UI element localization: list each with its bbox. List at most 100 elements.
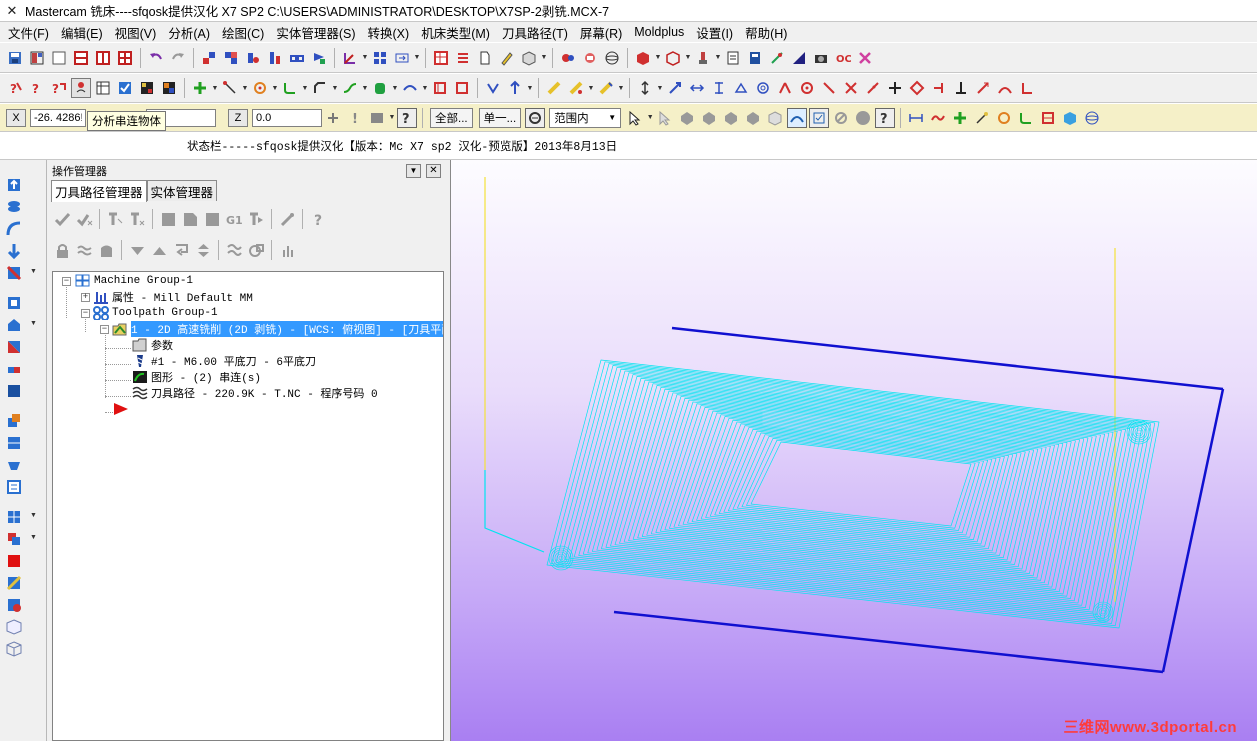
selection-mask-icon[interactable] [367,108,387,128]
rotate-xform-icon[interactable] [505,78,525,98]
window-select-icon[interactable] [655,108,675,128]
undo-icon[interactable] [146,48,166,68]
chain-icon[interactable] [287,48,307,68]
dropdown-arrow-icon[interactable]: ▼ [271,85,279,92]
collapse-icon[interactable]: − [81,309,90,318]
create-point-icon[interactable] [190,78,210,98]
tree-operation-1[interactable]: 1 - 2D 高速铣削 (2D 剥铣) - [WCS: 俯视图] - [刀具平面 [112,321,443,337]
tree-parameters[interactable]: 参数 [132,337,173,353]
block-icon[interactable] [5,382,23,400]
create-solid-icon[interactable] [370,78,390,98]
check-icon[interactable] [115,78,135,98]
verify-ops-icon[interactable] [180,209,200,229]
query-icon[interactable]: ? [5,78,25,98]
selection-range-select[interactable]: 范围内 ▼ [549,107,622,128]
cancel-select-icon[interactable] [831,108,851,128]
quad-view-icon[interactable] [115,48,135,68]
tree-toolpath-group[interactable]: Toolpath Group-1 [93,305,218,321]
horizontal-split-icon[interactable] [71,48,91,68]
verify-selection-icon[interactable] [525,107,546,128]
snap-relative-icon[interactable] [973,78,993,98]
menu-analyze[interactable]: 分析(A) [162,23,216,42]
analyze-dist-icon[interactable]: ? [49,78,69,98]
group-icon[interactable] [243,48,263,68]
close-icon[interactable]: ✕ [426,164,441,178]
document-icon[interactable] [723,48,743,68]
xform-stretch-icon[interactable] [709,78,729,98]
toggle-display-icon[interactable] [74,240,94,260]
fast-point-icon[interactable] [323,108,343,128]
flag-icon[interactable] [309,48,329,68]
boolean-icon[interactable] [5,412,23,430]
xform-translate-icon[interactable] [665,78,685,98]
autocursor-icon[interactable]: ! [345,108,365,128]
cube-shade-icon[interactable] [519,48,539,68]
single-view-icon[interactable] [49,48,69,68]
circle-draw-icon[interactable] [994,108,1014,128]
fillet-draw-icon[interactable] [1016,108,1036,128]
dropdown-arrow-icon[interactable]: ▼ [361,54,369,61]
save-icon[interactable] [5,48,25,68]
dropdown-arrow-icon[interactable]: ▼ [30,320,37,327]
snap-origin-icon[interactable] [885,78,905,98]
menu-moldplus[interactable]: Moldplus [628,25,690,39]
dropdown-arrow-icon[interactable]: ▼ [684,54,692,61]
body-select-icon[interactable] [765,108,785,128]
dropdown-arrow-icon[interactable]: ▼ [388,114,396,121]
dropdown-arrow-icon[interactable]: ▼ [406,164,421,178]
back-face-icon[interactable] [787,107,808,128]
table-icon[interactable] [93,78,113,98]
dropdown-arrow-icon[interactable]: ▼ [30,268,37,275]
fillet-solid-icon[interactable] [5,338,23,356]
menu-edit[interactable]: 编辑(E) [55,23,109,42]
dropdown-arrow-icon[interactable]: ▼ [421,85,429,92]
create-fillet-icon[interactable] [280,78,300,98]
regenerate-icon[interactable] [105,209,125,229]
dropdown-arrow-icon[interactable]: ▼ [301,85,309,92]
arrow-down-icon[interactable] [5,242,23,260]
menu-create[interactable]: 绘图(C) [216,23,270,42]
end-selection-icon[interactable] [853,108,873,128]
camera-icon[interactable] [811,48,831,68]
insert-arrow-marker[interactable] [113,401,132,417]
tool-icon[interactable] [693,48,713,68]
tree-toolpath[interactable]: 刀具路径 - 220.9K - T.NC - 程序号码 0 [132,385,378,401]
menu-xform[interactable]: 转换(X) [362,23,416,42]
menu-settings[interactable]: 设置(I) [690,23,739,42]
lock-icon[interactable] [52,240,72,260]
solid-view-icon[interactable] [633,48,653,68]
xform-roll-icon[interactable] [731,78,751,98]
layers-solid-icon[interactable] [5,434,23,452]
snap-center-icon[interactable] [797,78,817,98]
snap-nearest-icon[interactable] [951,78,971,98]
dropdown-arrow-icon[interactable]: ▼ [241,85,249,92]
create-spline-icon[interactable] [340,78,360,98]
z-coordinate-input[interactable] [252,108,322,127]
dropdown-arrow-icon[interactable]: ▼ [587,85,595,92]
graphics-viewport[interactable]: 三维网www.3dportal.cn [451,160,1257,741]
screen-clear-icon[interactable] [596,78,616,98]
shell-icon[interactable] [5,316,23,334]
dropdown-arrow-icon[interactable]: ▼ [30,512,37,519]
polygon-select-icon[interactable] [677,108,697,128]
snap-point-icon[interactable] [1017,78,1037,98]
only-display-icon[interactable] [277,240,297,260]
dimension-icon[interactable] [906,108,926,128]
snap-arc-icon[interactable] [995,78,1015,98]
surface-rough-icon[interactable] [928,108,948,128]
cube-wire-icon[interactable] [5,640,23,658]
xform-offset-icon[interactable] [753,78,773,98]
snap-perp-icon[interactable] [929,78,949,98]
vector-select-icon[interactable] [699,108,719,128]
analyze-entity-icon[interactable]: ? [27,78,47,98]
snap-midpoint-icon[interactable] [775,78,795,98]
redo-icon[interactable] [168,48,188,68]
thicken-icon[interactable] [5,456,23,474]
grid-solid-icon[interactable] [5,508,23,526]
pattern-icon[interactable] [5,574,23,592]
surface-icon[interactable] [400,78,420,98]
toggle-posting-icon[interactable] [96,240,116,260]
high-feed-icon[interactable] [277,209,297,229]
help-icon[interactable]: ? [397,107,417,128]
dropdown-arrow-icon[interactable]: ▼ [413,54,421,61]
